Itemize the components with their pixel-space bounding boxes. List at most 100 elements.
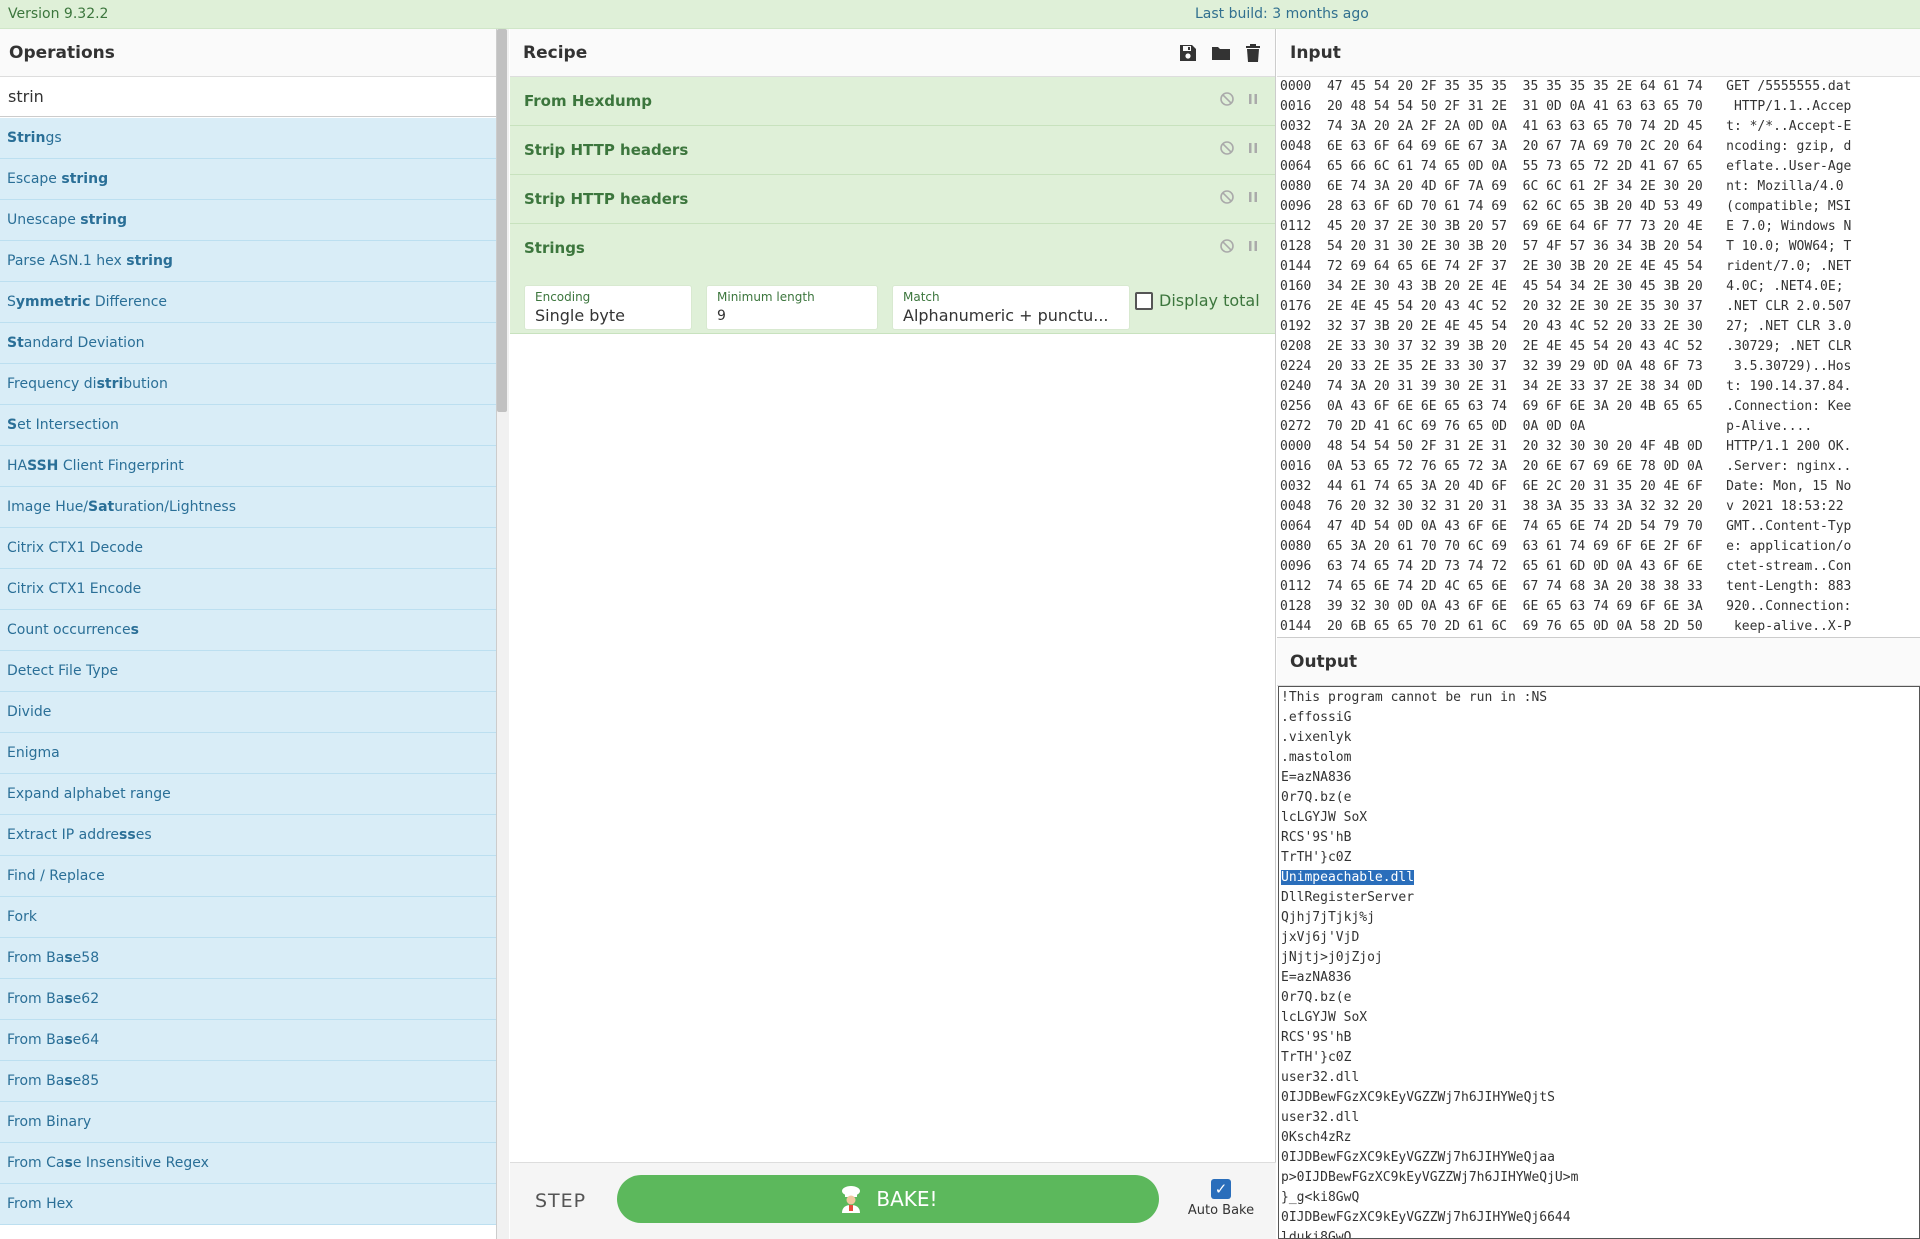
operations-scrollbar-thumb[interactable] xyxy=(497,29,507,412)
output-line: TrTH'}c0Z xyxy=(1281,848,1919,868)
recipe-op-strip-http-headers-2[interactable]: Strip HTTP headers xyxy=(510,175,1275,224)
step-button[interactable]: STEP xyxy=(535,1190,586,1212)
pause-icon[interactable] xyxy=(1245,238,1261,254)
operation-item-text: e64 xyxy=(72,1032,100,1048)
operation-item-text: Fork xyxy=(7,909,37,925)
disable-icon[interactable] xyxy=(1219,140,1235,156)
input-hexdump-line: 0096 28 63 6F 6D 70 61 74 69 62 6C 65 3B… xyxy=(1280,199,1852,214)
operation-item[interactable]: Citrix CTX1 Decode xyxy=(0,528,496,569)
output-line: lcLGYJW SoX xyxy=(1281,1008,1919,1028)
output-line-selected: Unimpeachable.dll xyxy=(1281,868,1919,888)
encoding-label: Encoding xyxy=(535,290,591,304)
operation-item[interactable]: From Binary xyxy=(0,1102,496,1143)
save-icon[interactable] xyxy=(1179,44,1197,62)
operation-item-text: Citrix CTX1 Decode xyxy=(7,540,143,556)
output-line-text: lcLGYJW SoX xyxy=(1281,810,1368,825)
operation-item-text: Client Fingerprint xyxy=(58,458,184,474)
operations-search xyxy=(0,77,496,117)
operation-item-text: es xyxy=(135,827,152,843)
operation-item[interactable]: Fork xyxy=(0,897,496,938)
auto-bake-toggle[interactable]: ✓ Auto Bake xyxy=(1183,1179,1259,1218)
output-line-text: DllRegisterServer xyxy=(1281,890,1415,905)
operation-item[interactable]: Citrix CTX1 Encode xyxy=(0,569,496,610)
operation-item-text: From Ba xyxy=(7,1073,65,1089)
recipe-op-strip-http-headers[interactable]: Strip HTTP headers xyxy=(510,126,1275,175)
operation-item-match: s xyxy=(64,991,73,1007)
disable-icon[interactable] xyxy=(1219,91,1235,107)
output-line-text: E=azNA836 xyxy=(1281,770,1352,785)
operation-item[interactable]: Parse ASN.1 hex string xyxy=(0,241,496,282)
operation-item[interactable]: Enigma xyxy=(0,733,496,774)
disable-icon[interactable] xyxy=(1219,189,1235,205)
bake-button[interactable]: BAKE! xyxy=(617,1175,1159,1223)
output-line-text: 0Ksch4zRz xyxy=(1281,1130,1352,1145)
operation-item[interactable]: Extract IP addresses xyxy=(0,815,496,856)
checkbox-unchecked-icon[interactable] xyxy=(1135,291,1153,310)
recipe-op-strings[interactable]: Strings Encoding Single byte Minimum len… xyxy=(510,224,1275,334)
output-line-text: Qjhj7jTjkj%j xyxy=(1281,910,1375,925)
operation-item[interactable]: HASSH Client Fingerprint xyxy=(0,446,496,487)
operation-item-match: s xyxy=(64,1032,73,1048)
operation-item-text: Frequency di xyxy=(7,376,97,392)
last-build-link[interactable]: Last build: 3 months ago xyxy=(1195,6,1369,22)
operations-search-input[interactable] xyxy=(0,77,496,116)
input-hexdump-line: 0000 47 45 54 20 2F 35 35 35 35 35 35 35… xyxy=(1280,79,1852,94)
input-hexdump-line: 0048 6E 63 6F 64 69 6E 67 3A 20 67 7A 69… xyxy=(1280,139,1852,154)
pause-icon[interactable] xyxy=(1245,140,1261,156)
operation-item-match: s xyxy=(64,950,73,966)
encoding-select[interactable]: Encoding Single byte xyxy=(524,285,692,330)
operation-item-text: Difference xyxy=(90,294,168,310)
operation-item-match: s xyxy=(64,1073,73,1089)
output-line-text: 0r7Q.bz(e xyxy=(1281,790,1352,805)
disable-icon[interactable] xyxy=(1219,238,1235,254)
operation-item[interactable]: Unescape string xyxy=(0,200,496,241)
input-hexdump-line: 0032 74 3A 20 2A 2F 2A 0D 0A 41 63 63 65… xyxy=(1280,119,1852,134)
folder-icon[interactable] xyxy=(1211,44,1231,62)
operation-item[interactable]: From Base85 xyxy=(0,1061,496,1102)
operation-item[interactable]: Find / Replace xyxy=(0,856,496,897)
operation-item-text: Parse ASN.1 hex xyxy=(7,253,127,269)
operation-item[interactable]: Divide xyxy=(0,692,496,733)
operation-item-text: From Ba xyxy=(7,1032,65,1048)
operation-item[interactable]: Detect File Type xyxy=(0,651,496,692)
operation-item[interactable]: Count occurrences xyxy=(0,610,496,651)
output-line-text: user32.dll xyxy=(1281,1110,1360,1125)
output-line: 0r7Q.bz(e xyxy=(1281,788,1919,808)
input-textarea[interactable]: 0000 47 45 54 20 2F 35 35 35 35 35 35 35… xyxy=(1277,77,1920,638)
operation-item-match: string xyxy=(126,253,173,269)
match-select[interactable]: Match Alphanumeric + punctu... xyxy=(892,285,1130,330)
operation-item[interactable]: Escape string xyxy=(0,159,496,200)
recipe-op-from-hexdump[interactable]: From Hexdump xyxy=(510,77,1275,126)
output-line-text: p>0IJDBewFGzXC9kEyVGZZWj7h6JIHYWeQjU>m xyxy=(1281,1170,1579,1185)
operation-item[interactable]: Frequency distribution xyxy=(0,364,496,405)
output-textarea[interactable]: !This program cannot be run in :NS .effos… xyxy=(1278,686,1920,1239)
operation-item[interactable]: Set Intersection xyxy=(0,405,496,446)
operation-item[interactable]: Strings xyxy=(0,118,496,159)
input-hexdump-line: 0016 0A 53 65 72 76 65 72 3A 20 6E 67 69… xyxy=(1280,459,1852,474)
operation-item[interactable]: Image Hue/Saturation/Lightness xyxy=(0,487,496,528)
bake-label: BAKE! xyxy=(876,1187,938,1211)
operation-item-text: HA xyxy=(7,458,28,474)
operation-item[interactable]: Expand alphabet range xyxy=(0,774,496,815)
pause-icon[interactable] xyxy=(1245,189,1261,205)
operation-item[interactable]: From Case Insensitive Regex xyxy=(0,1143,496,1184)
output-line: 0Ksch4zRz xyxy=(1281,1128,1919,1148)
operation-item[interactable]: Standard Deviation xyxy=(0,323,496,364)
trash-icon[interactable] xyxy=(1245,44,1261,62)
operation-item[interactable]: From Base58 xyxy=(0,938,496,979)
output-line-text: TrTH'}c0Z xyxy=(1281,850,1352,865)
minimum-length-label: Minimum length xyxy=(717,290,815,304)
top-banner: Version 9.32.2 Last build: 3 months ago xyxy=(0,0,1920,29)
checkbox-checked-icon[interactable]: ✓ xyxy=(1211,1179,1231,1199)
output-line-text: TrTH'}c0Z xyxy=(1281,1050,1352,1065)
operation-item-match: s xyxy=(64,1155,73,1171)
operation-item[interactable]: From Base64 xyxy=(0,1020,496,1061)
output-line: .effossiG xyxy=(1281,708,1919,728)
minimum-length-input[interactable]: Minimum length 9 xyxy=(706,285,878,330)
operation-item[interactable]: Symmetric Difference xyxy=(0,282,496,323)
display-total-checkbox[interactable]: Display total xyxy=(1135,291,1260,310)
pause-icon[interactable] xyxy=(1245,91,1261,107)
operation-item[interactable]: From Base62 xyxy=(0,979,496,1020)
operation-item[interactable]: From Hex xyxy=(0,1184,496,1225)
operation-item-text: Find / Replace xyxy=(7,868,105,884)
